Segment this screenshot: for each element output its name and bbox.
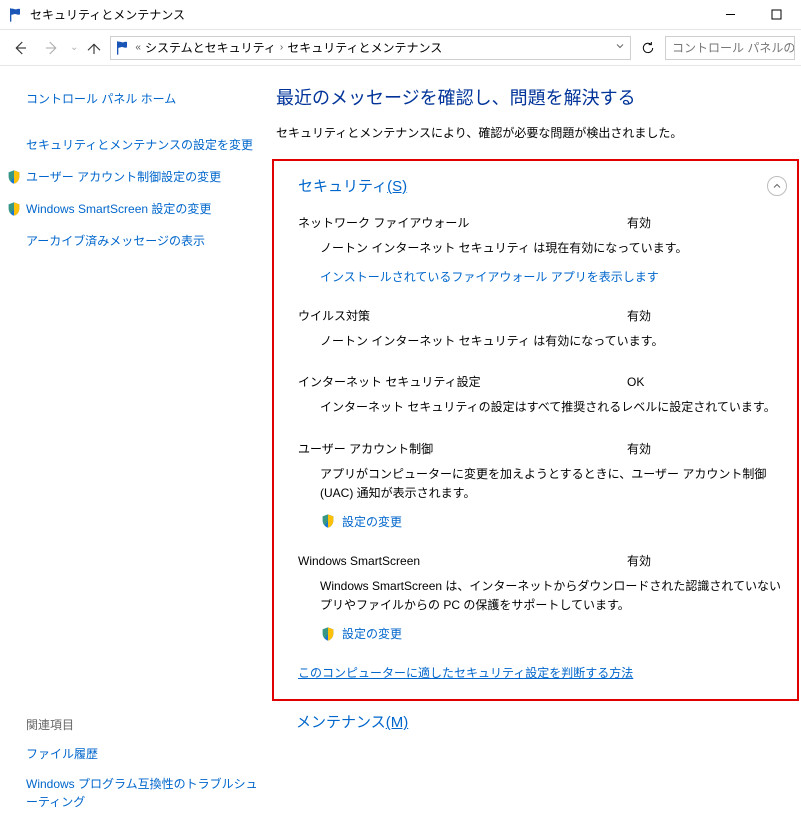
security-item: インターネット セキュリティ設定 OK インターネット セキュリティの設定はすべて推… (298, 373, 787, 417)
chevron-up-icon (771, 180, 783, 192)
link-label: 設定の変更 (342, 625, 402, 642)
security-item-label: インターネット セキュリティ設定 (298, 373, 481, 390)
forward-button[interactable] (38, 34, 66, 62)
security-item: Windows SmartScreen 有効 Windows SmartScreen… (298, 552, 787, 642)
security-help-link[interactable]: このコンピューターに適したセキュリティ設定を判断する方法 (298, 666, 633, 680)
flag-icon (115, 40, 131, 56)
refresh-button[interactable] (635, 36, 661, 60)
security-item-status: 有効 (627, 307, 787, 324)
up-button[interactable] (82, 34, 106, 62)
security-item: ユーザー アカウント制御 有効アプリがコンピューターに変更を加えようとするときに、… (298, 440, 787, 530)
panel-accelerator: (M) (386, 714, 409, 731)
address-bar[interactable]: « システムとセキュリティ › セキュリティとメンテナンス (110, 36, 631, 60)
breadcrumb-item[interactable]: システムとセキュリティ (145, 39, 276, 56)
chevron-left-icon: « (135, 42, 141, 53)
sidebar-settings-link[interactable]: セキュリティとメンテナンスの設定を変更 (26, 136, 262, 154)
link-label: インストールされているファイアウォール アプリを表示します (320, 268, 659, 285)
security-item-status: 有効 (627, 440, 787, 457)
sidebar-item-label: Windows SmartScreen 設定の変更 (26, 200, 211, 218)
panel-accelerator: (S) (387, 178, 407, 195)
security-item-label: Windows SmartScreen (298, 554, 420, 568)
sidebar-smartscreen-link[interactable]: Windows SmartScreen 設定の変更 (26, 200, 262, 218)
security-item-desc: Windows SmartScreen は、インターネットからダウンロードされた… (320, 577, 787, 615)
sidebar-home-link[interactable]: コントロール パネル ホーム (26, 90, 262, 108)
window-title: セキュリティとメンテナンス (30, 6, 707, 23)
navigation-bar: ⌄ « システムとセキュリティ › セキュリティとメンテナンス コントロール パ… (0, 30, 801, 66)
search-input[interactable]: コントロール パネルの (665, 36, 795, 60)
collapse-button[interactable] (767, 176, 787, 196)
panel-title-text: セキュリティ (298, 178, 387, 195)
maintenance-section-toggle[interactable]: メンテナンス(M) (296, 711, 408, 732)
sidebar-item-label: ユーザー アカウント制御設定の変更 (26, 168, 221, 186)
search-placeholder: コントロール パネルの (672, 39, 795, 56)
security-panel: セキュリティ(S) ネットワーク ファイアウォール有効ノートン インターネット … (272, 159, 799, 701)
security-item-desc: ノートン インターネット セキュリティ は現在有効になっています。 (320, 239, 787, 258)
security-item-link[interactable]: 設定の変更 (320, 513, 787, 530)
sidebar-related-heading: 関連項目 (26, 716, 262, 733)
security-item-status: OK (627, 375, 787, 389)
sidebar-archived-link[interactable]: アーカイブ済みメッセージの表示 (26, 232, 262, 250)
sidebar: コントロール パネル ホーム セキュリティとメンテナンスの設定を変更 ユーザー … (0, 66, 272, 835)
security-item-desc: インターネット セキュリティの設定はすべて推奨されるレベルに設定されています。 (320, 398, 787, 417)
panel-title-text: メンテナンス (296, 714, 386, 731)
security-item-link[interactable]: 設定の変更 (320, 625, 787, 642)
security-item-desc: アプリがコンピューターに変更を加えようとするときに、ユーザー アカウント制御 (… (320, 465, 787, 503)
window-titlebar: セキュリティとメンテナンス (0, 0, 801, 30)
security-item-label: ネットワーク ファイアウォール (298, 214, 469, 231)
minimize-button[interactable] (707, 0, 753, 30)
security-item-label: ユーザー アカウント制御 (298, 440, 433, 457)
shield-icon (6, 201, 22, 217)
sidebar-related-compat[interactable]: Windows プログラム互換性のトラブルシューティング (26, 775, 262, 811)
security-item-status: 有効 (627, 214, 787, 231)
security-item-status: 有効 (627, 552, 787, 569)
shield-icon (6, 169, 22, 185)
address-dropdown-icon[interactable] (614, 40, 626, 55)
flag-icon (8, 7, 24, 23)
recent-dropdown-icon[interactable]: ⌄ (70, 42, 78, 53)
maximize-button[interactable] (753, 0, 799, 30)
sidebar-related-filehistory[interactable]: ファイル履歴 (26, 745, 262, 763)
security-item-desc: ノートン インターネット セキュリティ は有効になっています。 (320, 332, 787, 351)
security-item: ネットワーク ファイアウォール 有効ノートン インターネット セキュリティ は現在… (298, 214, 787, 285)
shield-icon (320, 513, 336, 529)
link-label: 設定の変更 (342, 513, 402, 530)
security-item: ウイルス対策 有効ノートン インターネット セキュリティ は有効になっています。 (298, 307, 787, 351)
security-section-toggle[interactable]: セキュリティ(S) (298, 175, 407, 196)
page-subheading: セキュリティとメンテナンスにより、確認が必要な問題が検出されました。 (276, 124, 801, 141)
security-item-link[interactable]: インストールされているファイアウォール アプリを表示します (320, 268, 787, 285)
breadcrumb-item[interactable]: セキュリティとメンテナンス (287, 39, 442, 56)
content-area: 最近のメッセージを確認し、問題を解決する セキュリティとメンテナンスにより、確認… (272, 66, 801, 835)
page-heading: 最近のメッセージを確認し、問題を解決する (276, 84, 801, 110)
shield-icon (320, 626, 336, 642)
security-item-label: ウイルス対策 (298, 307, 370, 324)
back-button[interactable] (6, 34, 34, 62)
sidebar-uac-link[interactable]: ユーザー アカウント制御設定の変更 (26, 168, 262, 186)
chevron-right-icon: › (280, 42, 283, 53)
